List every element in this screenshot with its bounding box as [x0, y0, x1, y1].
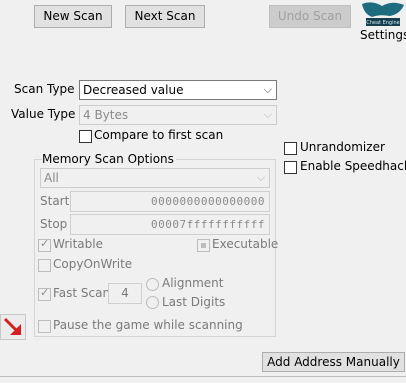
stop-address-field[interactable]: 00007fffffffffff — [70, 214, 270, 235]
last-digits-radio[interactable] — [146, 296, 159, 309]
add-to-list-button[interactable] — [0, 314, 26, 340]
fast-scan-checkbox[interactable] — [38, 286, 51, 301]
memory-region-value: All — [44, 171, 59, 185]
writable-checkbox[interactable] — [38, 237, 51, 252]
stop-label: Stop — [40, 217, 68, 231]
executable-checkbox[interactable] — [197, 239, 210, 252]
chevron-down-icon: ⌵ — [263, 108, 272, 121]
pause-game-label: Pause the game while scanning — [53, 318, 243, 332]
compare-first-label: Compare to first scan — [94, 128, 224, 142]
fast-scan-label: Fast Scan — [53, 286, 111, 300]
writable-label: Writable — [53, 237, 103, 251]
value-type-label: Value Type — [11, 107, 76, 121]
speedhack-label: Enable Speedhack — [300, 159, 406, 173]
copy-on-write-label: CopyOnWrite — [53, 257, 133, 271]
cheat-engine-logo[interactable]: Cheat Engine — [360, 0, 406, 28]
alignment-label: Alignment — [162, 276, 224, 290]
start-address-field[interactable]: 0000000000000000 — [70, 191, 270, 212]
chevron-down-icon: ⌵ — [256, 171, 265, 184]
scan-type-select[interactable]: Decreased value ⌵ — [79, 80, 277, 100]
alignment-radio[interactable] — [146, 278, 159, 291]
divider — [0, 376, 406, 377]
executable-label: Executable — [212, 237, 279, 251]
pause-game-checkbox[interactable] — [38, 320, 51, 333]
settings-link[interactable]: Settings — [360, 28, 406, 42]
fast-scan-value-field[interactable]: 4 — [108, 283, 142, 304]
copy-on-write-checkbox[interactable] — [38, 259, 51, 272]
scan-type-label: Scan Type — [14, 82, 75, 96]
last-digits-label: Last Digits — [162, 295, 226, 309]
new-scan-button[interactable]: New Scan — [34, 5, 112, 28]
value-type-value: 4 Bytes — [83, 108, 129, 122]
memory-region-select[interactable]: All ⌵ — [40, 168, 270, 188]
start-label: Start — [40, 194, 70, 208]
compare-first-checkbox[interactable] — [79, 130, 92, 143]
undo-scan-button[interactable]: Undo Scan — [269, 5, 351, 28]
unrandomizer-label: Unrandomizer — [300, 140, 385, 154]
add-address-manually-button[interactable]: Add Address Manually — [262, 352, 405, 372]
logo-text: Cheat Engine — [366, 20, 400, 26]
chevron-down-icon: ⌵ — [263, 83, 272, 96]
scan-type-value: Decreased value — [83, 83, 184, 97]
arrow-down-right-icon — [3, 317, 21, 335]
next-scan-button[interactable]: Next Scan — [125, 5, 205, 28]
memory-options-title: Memory Scan Options — [42, 152, 176, 166]
speedhack-checkbox[interactable] — [284, 161, 297, 174]
unrandomizer-checkbox[interactable] — [284, 142, 297, 155]
value-type-select[interactable]: 4 Bytes ⌵ — [79, 105, 277, 125]
